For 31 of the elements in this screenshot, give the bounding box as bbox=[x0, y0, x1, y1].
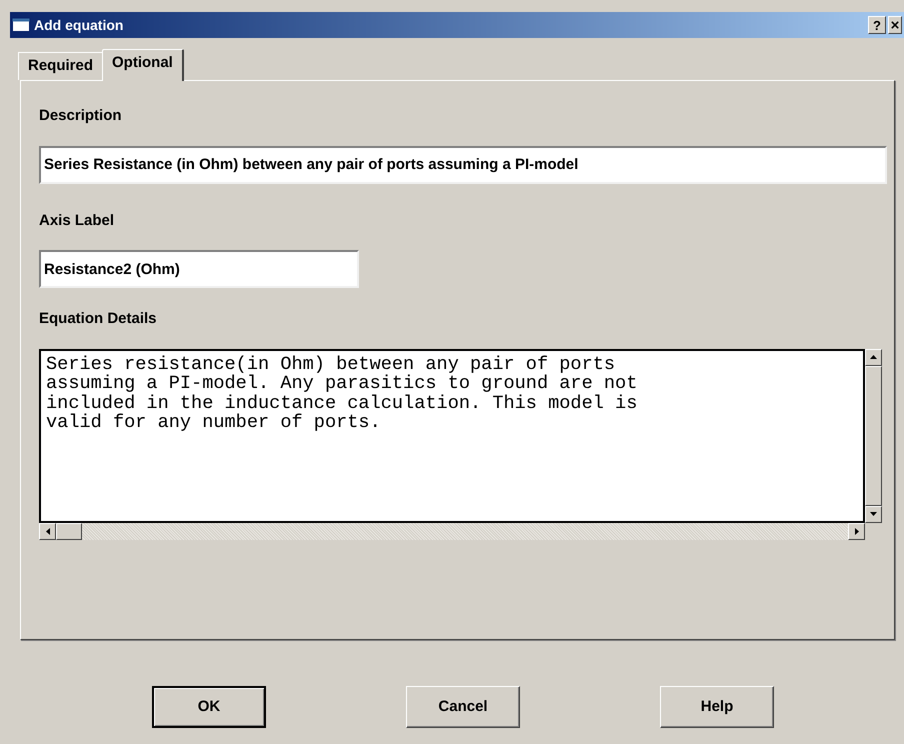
help-button[interactable]: ? bbox=[868, 16, 886, 34]
scroll-down-button[interactable] bbox=[865, 506, 882, 522]
description-field[interactable]: Series Resistance (in Ohm) between any pair of ports assuming a PI-model bbox=[39, 146, 887, 184]
scroll-up-button[interactable] bbox=[865, 348, 882, 366]
horizontal-scrollbar[interactable] bbox=[39, 522, 865, 540]
dialog-button[interactable]: Cancel bbox=[406, 686, 520, 728]
right-arrow-icon bbox=[854, 528, 858, 534]
axis-label-field[interactable]: Resistance2 (Ohm) bbox=[39, 250, 359, 288]
equation-details-field[interactable]: Series resistance(in Ohm) between any pair of ports assuming a PI-model. Any parasitics to ground are not included in the inductance calculation. This model is valid for any number of ports. bbox=[39, 348, 865, 522]
vertical-scrollbar[interactable] bbox=[865, 348, 882, 522]
dialog-button[interactable]: Help bbox=[660, 686, 774, 728]
window-title: Add equation bbox=[34, 16, 124, 35]
text-line: included in the inductance calculation. This model is bbox=[46, 394, 638, 413]
tab[interactable]: Required bbox=[18, 52, 102, 80]
field-label: Axis Label bbox=[39, 210, 116, 230]
text-line: assuming a PI-model. Any parasitics to ground are not bbox=[46, 374, 638, 394]
window-icon bbox=[12, 18, 30, 32]
field-label: Equation Details bbox=[39, 309, 158, 329]
left-arrow-icon bbox=[46, 528, 50, 534]
up-arrow-icon bbox=[870, 355, 877, 359]
scroll-thumb[interactable] bbox=[56, 522, 82, 540]
text-line: Series resistance(in Ohm) between any pair of ports bbox=[46, 354, 616, 374]
close-button[interactable]: × bbox=[888, 16, 902, 34]
field-label: Description bbox=[39, 106, 123, 126]
tab[interactable]: Optional bbox=[102, 49, 184, 81]
scroll-left-button[interactable] bbox=[39, 522, 56, 540]
dialog-button[interactable]: OK bbox=[152, 686, 266, 728]
down-arrow-icon bbox=[870, 512, 877, 516]
scroll-right-button[interactable] bbox=[848, 522, 865, 540]
scroll-thumb[interactable] bbox=[865, 366, 882, 506]
text-line: valid for any number of ports. bbox=[46, 413, 381, 432]
